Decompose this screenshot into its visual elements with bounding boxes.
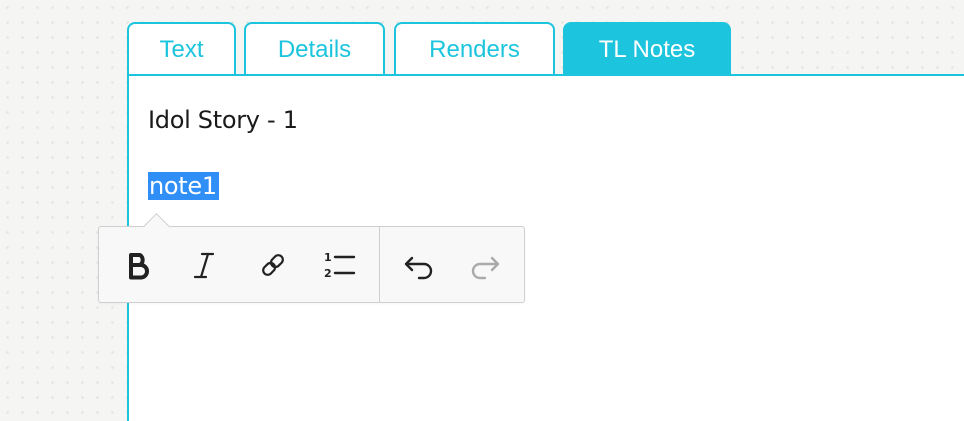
italic-button[interactable] — [176, 227, 232, 302]
toolbar-divider — [379, 227, 380, 302]
tab-tl-notes[interactable]: TL Notes — [563, 22, 731, 75]
selected-text: note1 — [148, 172, 219, 200]
undo-icon — [404, 256, 433, 279]
numbered-list-button[interactable]: 1 2 — [311, 227, 367, 302]
editor-selected-line: note1 — [148, 172, 219, 200]
undo-button[interactable] — [391, 227, 447, 302]
bold-button[interactable] — [110, 227, 166, 302]
tab-details[interactable]: Details — [244, 22, 385, 75]
bold-icon — [129, 252, 149, 279]
tab-renders[interactable]: Renders — [394, 22, 555, 75]
italic-icon — [193, 252, 215, 278]
tab-text[interactable]: Text — [127, 22, 236, 75]
redo-button[interactable] — [457, 227, 513, 302]
svg-text:1: 1 — [324, 251, 332, 264]
svg-text:2: 2 — [324, 267, 332, 280]
formatting-toolbar: 1 2 — [98, 213, 525, 303]
numbered-list-icon: 1 2 — [324, 251, 356, 280]
link-icon — [262, 253, 284, 276]
link-button[interactable] — [245, 227, 301, 302]
editor-text-line: Idol Story - 1 — [148, 106, 298, 134]
redo-icon — [471, 256, 500, 279]
